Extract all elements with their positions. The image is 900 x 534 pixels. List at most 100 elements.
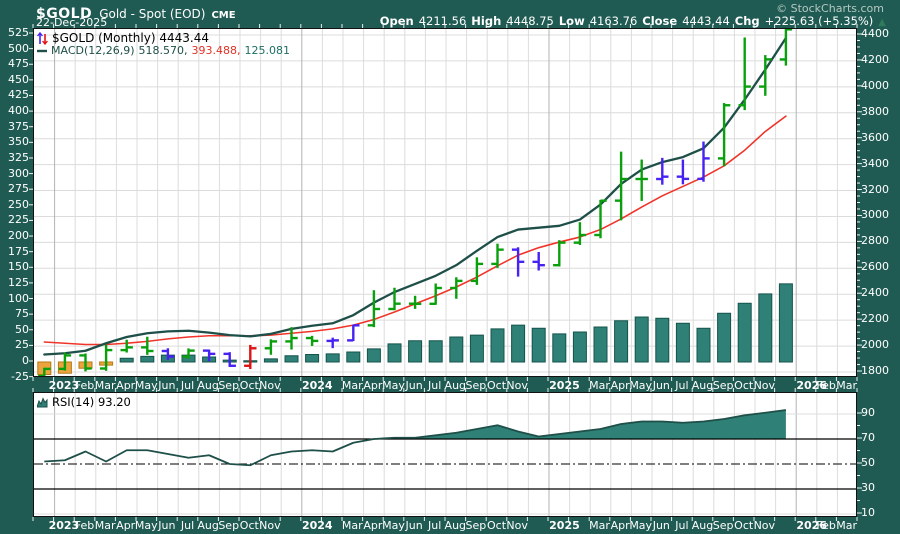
- macd-axis-label: 325: [1, 152, 29, 164]
- month-label: Nov: [259, 379, 280, 392]
- price-axis-label: 3600: [861, 132, 889, 144]
- rsi-legend: RSI(14) 93.20: [37, 395, 131, 409]
- month-label: Mar: [95, 379, 116, 392]
- macd-legend-label: MACD(12,26,9): [51, 44, 135, 57]
- price-axis-label: 2000: [861, 339, 889, 351]
- price-axis-label: 3200: [861, 184, 889, 196]
- macd-axis-label: 350: [1, 136, 29, 148]
- month-label: Mar: [342, 519, 363, 532]
- macd-axis-label: 225: [1, 214, 29, 226]
- macd-axis-label: 50: [1, 324, 29, 336]
- rsi-axis-label: 70: [861, 432, 875, 444]
- macd-axis-label: 400: [1, 105, 29, 117]
- macd-axis-label: 25: [1, 339, 29, 351]
- macd-axis-label: 525: [1, 27, 29, 39]
- month-label: Nov: [259, 519, 280, 532]
- price-axis-label: 3400: [861, 158, 889, 170]
- main-chart-canvas: [34, 29, 856, 376]
- year-label: 2025: [549, 519, 580, 532]
- month-label: Mar: [342, 379, 363, 392]
- price-axis-label: 3000: [861, 209, 889, 221]
- month-label: Apr: [116, 379, 135, 392]
- month-label: Apr: [611, 519, 630, 532]
- month-label: Jun: [158, 379, 175, 392]
- year-label: 2024: [302, 519, 333, 532]
- month-label: Mar: [836, 379, 857, 392]
- rsi-canvas: [34, 393, 856, 516]
- macd-hist-value: 125.081: [245, 44, 291, 57]
- month-label: Nov: [506, 379, 527, 392]
- month-label: Apr: [363, 379, 382, 392]
- main-chart-plot[interactable]: [33, 28, 857, 377]
- month-label: Nov: [754, 379, 775, 392]
- month-label: Jul: [428, 519, 441, 532]
- rsi-legend-text: RSI(14) 93.20: [52, 395, 131, 409]
- close-value: 4443.44: [682, 14, 730, 28]
- quote-bar: Open4211.56 High4448.75 Low4163.76 Close…: [380, 14, 886, 28]
- rsi-axis-label: 30: [861, 482, 875, 494]
- month-label: Mar: [836, 519, 857, 532]
- macd-axis-label: -25: [1, 371, 29, 383]
- month-label: Jul: [675, 519, 688, 532]
- high-label: High: [471, 14, 501, 28]
- macd-axis-label: 450: [1, 74, 29, 86]
- month-label: Sep: [218, 379, 239, 392]
- month-label: Aug: [445, 519, 466, 532]
- macd-axis-label: 0: [1, 355, 29, 367]
- month-label: May: [135, 519, 158, 532]
- month-label: May: [629, 519, 652, 532]
- rsi-plot[interactable]: [33, 392, 857, 517]
- month-label: Mar: [95, 519, 116, 532]
- price-axis-label: 3800: [861, 106, 889, 118]
- month-label: Aug: [692, 379, 713, 392]
- month-label: Jul: [181, 379, 194, 392]
- open-value: 4211.56: [419, 14, 467, 28]
- month-label: Jul: [675, 379, 688, 392]
- month-label: Apr: [611, 379, 630, 392]
- month-label: Nov: [754, 519, 775, 532]
- macd-axis-label: 500: [1, 43, 29, 55]
- chg-label: Chg: [735, 14, 760, 28]
- month-label: Sep: [466, 519, 487, 532]
- month-label: Oct: [240, 379, 259, 392]
- price-axis-label: 2800: [861, 235, 889, 247]
- month-label: May: [382, 519, 405, 532]
- exchange-label: CME: [211, 10, 235, 21]
- month-label: Mar: [589, 379, 610, 392]
- instrument-name: Gold - Spot (EOD): [99, 7, 205, 21]
- month-label: Sep: [713, 379, 734, 392]
- macd-axis-label: 425: [1, 89, 29, 101]
- price-axis-label: 4200: [861, 54, 889, 66]
- month-label: Oct: [487, 379, 506, 392]
- macd-axis-label: 75: [1, 308, 29, 320]
- year-label: 2024: [302, 379, 333, 392]
- macd-axis-label: 300: [1, 168, 29, 180]
- macd-axis-label: 250: [1, 199, 29, 211]
- macd-axis-label: 375: [1, 121, 29, 133]
- price-legend: $GOLD (Monthly) 4443.44: [37, 31, 209, 45]
- month-label: Aug: [445, 379, 466, 392]
- month-label: Aug: [692, 519, 713, 532]
- month-label: Nov: [506, 519, 527, 532]
- month-label: May: [629, 379, 652, 392]
- low-label: Low: [559, 14, 585, 28]
- month-label: Jul: [428, 379, 441, 392]
- macd-axis-label: 275: [1, 183, 29, 195]
- rsi-axis-label: 50: [861, 457, 875, 469]
- month-label: Oct: [734, 379, 753, 392]
- macd-axis-label: 125: [1, 277, 29, 289]
- month-label: Apr: [116, 519, 135, 532]
- month-label: May: [135, 379, 158, 392]
- month-label: Sep: [466, 379, 487, 392]
- rsi-axis-label: 90: [861, 407, 875, 419]
- month-label: Aug: [197, 519, 218, 532]
- candles-icon: [37, 32, 48, 45]
- month-label: Oct: [487, 519, 506, 532]
- price-axis-label: 2200: [861, 313, 889, 325]
- price-axis-label: 4000: [861, 80, 889, 92]
- month-label: Feb: [816, 519, 835, 532]
- month-label: Aug: [197, 379, 218, 392]
- month-label: Oct: [734, 519, 753, 532]
- rsi-axis-label: 10: [861, 507, 875, 519]
- open-label: Open: [380, 14, 414, 28]
